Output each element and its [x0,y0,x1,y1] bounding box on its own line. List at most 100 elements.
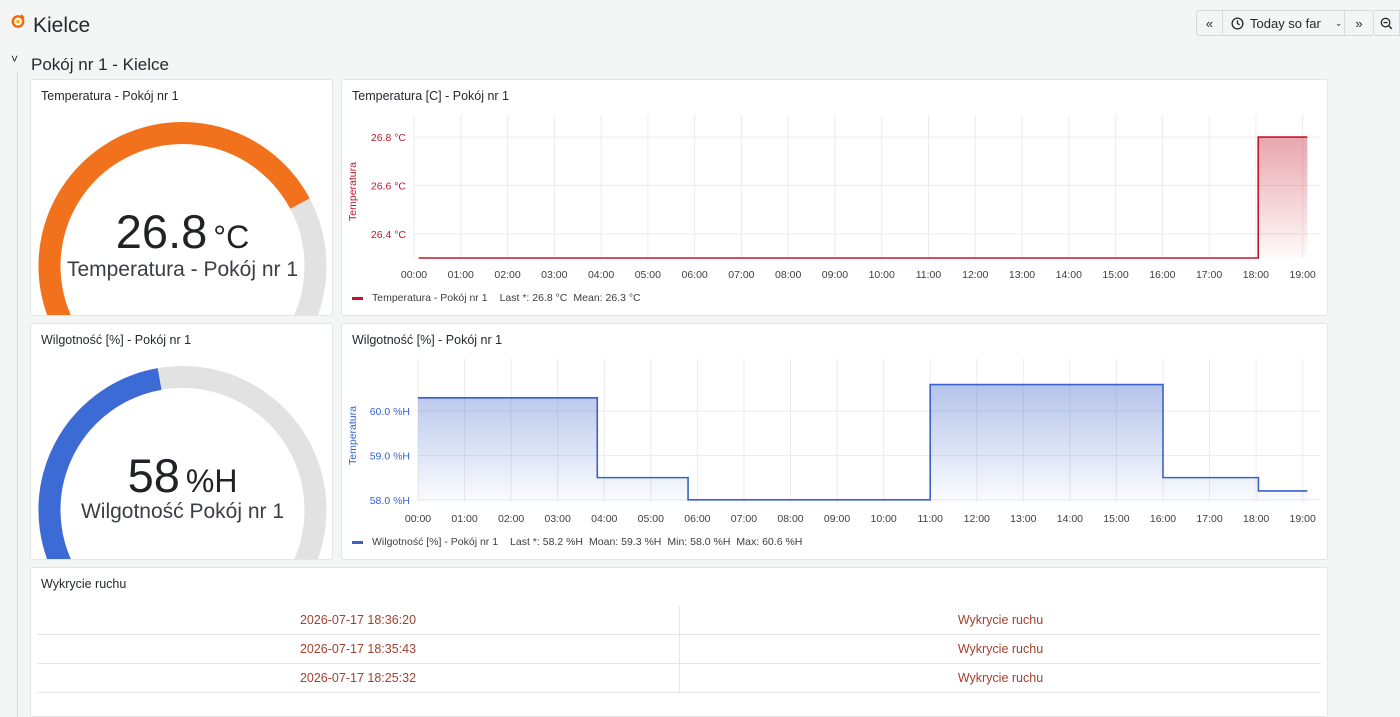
x-tick-label: 07:00 [728,269,754,281]
zoom-out-button[interactable] [1374,10,1400,36]
x-tick-label: 18:00 [1243,269,1269,281]
legend-series-name[interactable]: Wilgotność [%] - Pokój nr 1 [372,536,498,548]
gauge-value-unit: °C [213,219,250,255]
series-area [418,137,1308,258]
x-tick-label: 13:00 [1009,269,1035,281]
gauge-label: Wilgotność Pokój nr 1 [80,500,285,523]
table-row[interactable]: 2026-07-17 18:35:43 Wykrycie ruchu [37,635,1321,664]
table-cell-time: 2026-07-17 18:36:20 [37,606,680,634]
legend-min: Min: 58.0 %H [667,536,731,548]
x-tick-label: 06:00 [684,513,710,525]
x-tick-label: 04:00 [591,513,617,525]
x-tick-label: 06:00 [681,269,707,281]
legend-swatch [352,296,363,300]
chart-legend: Temperatura - Pokój nr 1 Last *: 26.8 °C… [352,292,641,304]
x-tick-label: 10:00 [870,513,896,525]
x-tick-label: 00:00 [401,269,427,281]
x-tick-label: 14:00 [1057,513,1083,525]
x-tick-label: 19:00 [1290,513,1316,525]
time-back-button[interactable]: « [1196,10,1223,36]
series-area [418,384,1308,502]
y-axis-label: Temperatura [347,406,359,465]
dashboard-title[interactable]: Kielce [33,14,90,38]
x-tick-label: 05:00 [635,269,661,281]
series-line[interactable] [418,136,1308,259]
y-tick-label: 26.4 °C [371,229,407,241]
temperature-chart[interactable]: 00:00 01:00 02:00 03:00 04:00 05:00 06:00 07:00… [342,80,1328,316]
row-collapse-icon[interactable]: ˅ [11,52,18,66]
legend-last: Last *: 26.8 °C [499,292,568,304]
legend-max: Max: 60.6 %H [736,536,803,548]
y-tick-label: 59.0 %H [370,450,410,462]
table-cell-time: 2026-07-17 18:35:43 [37,635,680,663]
humidity-chart[interactable]: 00:00 01:00 02:00 03:00 04:00 05:00 06:00 07:00… [342,324,1328,560]
y-tick-label: 26.6 °C [371,180,407,192]
x-tick-label: 15:00 [1103,513,1129,525]
x-tick-label: 02:00 [494,269,520,281]
table-row[interactable]: 2026-07-17 18:25:32 Wykrycie ruchu [37,664,1321,693]
x-tick-label: 15:00 [1102,269,1128,281]
x-tick-label: 11:00 [916,269,942,281]
x-tick-label: 00:00 [405,513,431,525]
x-tick-label: 01:00 [448,269,474,281]
gauge-value-number: 58 [127,449,180,502]
legend-mean: Mean: 26.3 °C [573,292,641,304]
y-axis-label: Temperatura [347,162,359,221]
x-tick-label: 01:00 [451,513,477,525]
temperature-gauge-panel[interactable]: Temperatura - Pokój nr 1 26.8 °C Temperat… [30,79,333,316]
gauge-value-unit: %H [185,463,238,499]
y-tick-label: 60.0 %H [370,406,410,418]
x-tick-label: 05:00 [638,513,664,525]
x-tick-label: 03:00 [545,513,571,525]
humidity-chart-panel[interactable]: Wilgotność [%] - Pokój nr 1 00:00 01:00 02… [341,323,1328,560]
x-tick-label: 02:00 [498,513,524,525]
x-tick-label: 14:00 [1056,269,1082,281]
time-range-label: Today so far [1250,15,1321,31]
motion-table: 2026-07-17 18:36:20 Wykrycie ruchu 2026-… [37,606,1321,693]
zoom-out-icon [1380,17,1393,29]
gauge-value-number: 26.8 [115,205,208,258]
x-tick-label: 16:00 [1150,513,1176,525]
panel-title[interactable]: Wykrycie ruchu [41,577,126,591]
table-row[interactable]: 2026-07-17 18:36:20 Wykrycie ruchu [37,606,1321,635]
x-tick-label: 09:00 [824,513,850,525]
temperature-chart-panel[interactable]: Temperatura [C] - Pokój nr 1 00:00 01:00 0… [341,79,1328,316]
x-tick-label: 12:00 [964,513,990,525]
chevron-double-left-icon: « [1205,15,1214,31]
table-cell-event: Wykrycie ruchu [957,671,1044,685]
x-tick-label: 18:00 [1243,513,1269,525]
humidity-gauge [38,366,327,559]
x-tick-label: 12:00 [962,269,988,281]
humidity-gauge-panel[interactable]: Wilgotność [%] - Pokój nr 1 58 %H Wilgotn… [30,323,333,560]
legend-series-name[interactable]: Temperatura - Pokój nr 1 [372,292,488,304]
table-cell-event: Wykrycie ruchu [957,613,1044,627]
x-tick-label: 08:00 [777,513,803,525]
gauge-value: 26.8 °C [31,204,332,259]
time-forward-button[interactable]: » [1344,10,1374,36]
x-tick-label: 09:00 [822,269,848,281]
time-range-picker[interactable]: Today so far ⌄ [1222,10,1345,36]
x-tick-label: 10:00 [869,269,895,281]
x-tick-label: 04:00 [588,269,614,281]
y-tick-label: 58.0 %H [370,495,410,507]
x-tick-label: 03:00 [541,269,567,281]
x-tick-label: 11:00 [917,513,943,525]
clock-icon [1231,16,1244,30]
x-tick-label: 17:00 [1196,513,1222,525]
motion-table-panel[interactable]: Wykrycie ruchu 2026-07-17 18:36:20 Wykry… [30,567,1328,717]
legend-swatch [352,540,363,544]
x-tick-label: 07:00 [731,513,757,525]
gauge-value: 58 %H [31,448,332,503]
x-tick-label: 16:00 [1149,269,1175,281]
row-title[interactable]: Pokój nr 1 - Kielce [31,55,169,75]
legend-last: Last *: 58.2 %H [510,536,584,548]
table-cell-event: Wykrycie ruchu [957,642,1044,656]
y-tick-label: 26.8 °C [371,132,407,144]
x-tick-label: 13:00 [1010,513,1036,525]
x-tick-label: 08:00 [775,269,801,281]
top-bar: Kielce « Today so far ⌄ » [0,0,1400,50]
x-tick-label: 17:00 [1196,269,1222,281]
legend-mean: Moan: 59.3 %H [589,536,662,548]
gauge-label: Temperatura - Pokój nr 1 [66,258,299,281]
x-tick-label: 19:00 [1290,269,1316,281]
